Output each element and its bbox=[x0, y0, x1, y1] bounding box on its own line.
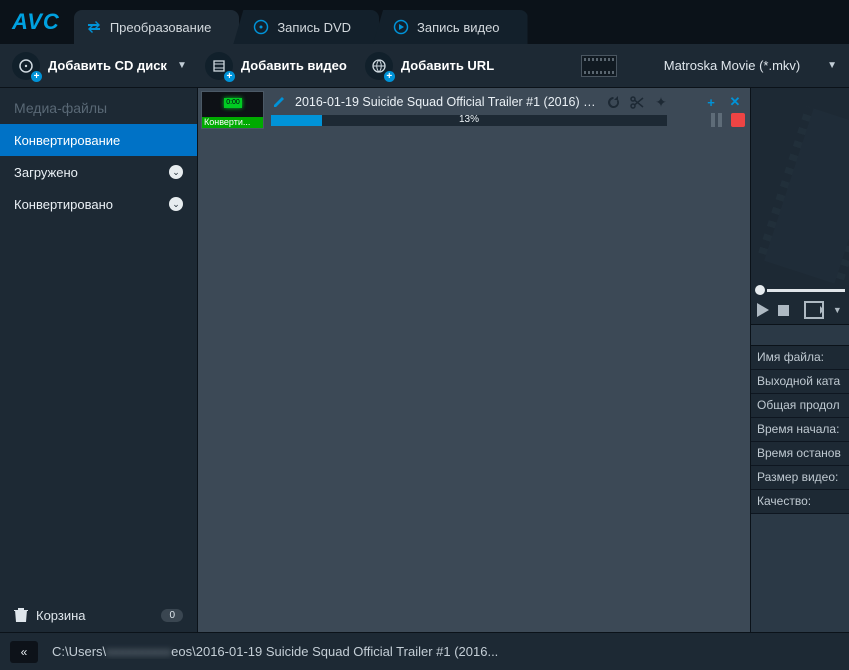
tab-label: Запись видео bbox=[417, 20, 499, 35]
item-title: 2016-01-19 Suicide Squad Official Traile… bbox=[295, 95, 597, 109]
sidebar-header: Медиа-файлы bbox=[0, 94, 197, 124]
seek-slider[interactable] bbox=[751, 284, 849, 296]
sidebar-item-downloaded[interactable]: Загружено ⌄ bbox=[0, 156, 197, 188]
chevron-down-icon[interactable]: ▼ bbox=[830, 300, 845, 320]
trash-count: 0 bbox=[161, 609, 183, 622]
trash-button[interactable]: Корзина 0 bbox=[0, 598, 197, 632]
close-icon[interactable]: ✕ bbox=[727, 94, 743, 110]
add-icon[interactable]: + bbox=[703, 95, 719, 110]
chevron-down-icon: ▼ bbox=[827, 60, 837, 71]
convert-icon bbox=[86, 19, 102, 35]
queue-item[interactable]: 0:00 Конверти... 2016-01-19 Suicide Squa… bbox=[201, 91, 747, 139]
sidebar-item-label: Конвертирование bbox=[14, 133, 120, 148]
pause-button[interactable] bbox=[711, 113, 725, 127]
info-row: Имя файла: bbox=[751, 346, 849, 370]
film-add-icon: + bbox=[205, 52, 233, 80]
globe-add-icon: + bbox=[365, 52, 393, 80]
select-value: Matroska Movie (*.mkv) bbox=[664, 58, 801, 73]
button-label: Добавить CD диск bbox=[48, 58, 167, 73]
add-url-button[interactable]: + Добавить URL bbox=[365, 52, 494, 80]
tab-convert[interactable]: Преобразование bbox=[74, 10, 240, 44]
preview-area bbox=[751, 88, 849, 284]
tab-label: Запись DVD bbox=[277, 20, 351, 35]
play-button[interactable] bbox=[755, 300, 770, 320]
chevron-down-icon: ▼ bbox=[177, 60, 187, 71]
disc-icon bbox=[253, 19, 269, 35]
info-row: Размер видео: bbox=[751, 466, 849, 490]
info-row: Время останов bbox=[751, 442, 849, 466]
info-header bbox=[751, 324, 849, 346]
sidebar-item-label: Загружено bbox=[14, 165, 78, 180]
disc-add-icon: + bbox=[12, 52, 40, 80]
chevron-down-icon: ⌄ bbox=[169, 165, 183, 179]
info-row: Время начала: bbox=[751, 418, 849, 442]
button-label: Добавить URL bbox=[401, 58, 494, 73]
stop-button[interactable] bbox=[731, 113, 745, 127]
info-row: Общая продол bbox=[751, 394, 849, 418]
tab-dvd[interactable]: Запись DVD bbox=[233, 10, 379, 44]
trash-label: Корзина bbox=[36, 608, 86, 623]
chevron-down-icon: ⌄ bbox=[169, 197, 183, 211]
item-thumbnail: 0:00 Конверти... bbox=[201, 91, 264, 129]
add-cd-button[interactable]: + Добавить CD диск ▼ bbox=[12, 52, 187, 80]
tab-record[interactable]: Запись видео bbox=[373, 10, 527, 44]
add-video-button[interactable]: + Добавить видео bbox=[205, 52, 347, 80]
progress-label: 13% bbox=[271, 114, 667, 125]
button-label: Добавить видео bbox=[241, 58, 347, 73]
edit-icon[interactable] bbox=[271, 96, 287, 108]
effects-icon[interactable]: ✦ bbox=[653, 95, 669, 109]
play-icon bbox=[393, 19, 409, 35]
tab-label: Преобразование bbox=[110, 20, 212, 35]
sidebar-item-label: Конвертировано bbox=[14, 197, 113, 212]
progress-bar: 13% bbox=[271, 115, 667, 126]
snapshot-button[interactable] bbox=[804, 300, 824, 320]
output-format-select[interactable]: Matroska Movie (*.mkv) ▼ bbox=[627, 58, 837, 73]
info-row: Качество: bbox=[751, 490, 849, 514]
trash-icon bbox=[14, 607, 28, 623]
back-button[interactable]: « bbox=[10, 641, 38, 663]
stop-preview-button[interactable] bbox=[776, 300, 791, 320]
sidebar-item-converted[interactable]: Конвертировано ⌄ bbox=[0, 188, 197, 220]
scissors-icon[interactable] bbox=[629, 96, 645, 109]
film-format-icon bbox=[581, 55, 617, 77]
refresh-icon[interactable] bbox=[605, 96, 621, 109]
sidebar-item-converting[interactable]: Конвертирование bbox=[0, 124, 197, 156]
status-path: C:\Users\xxxxxxxxxxeos\2016-01-19 Suicid… bbox=[52, 644, 498, 659]
app-logo[interactable]: AVC bbox=[12, 9, 60, 35]
info-row: Выходной ката bbox=[751, 370, 849, 394]
